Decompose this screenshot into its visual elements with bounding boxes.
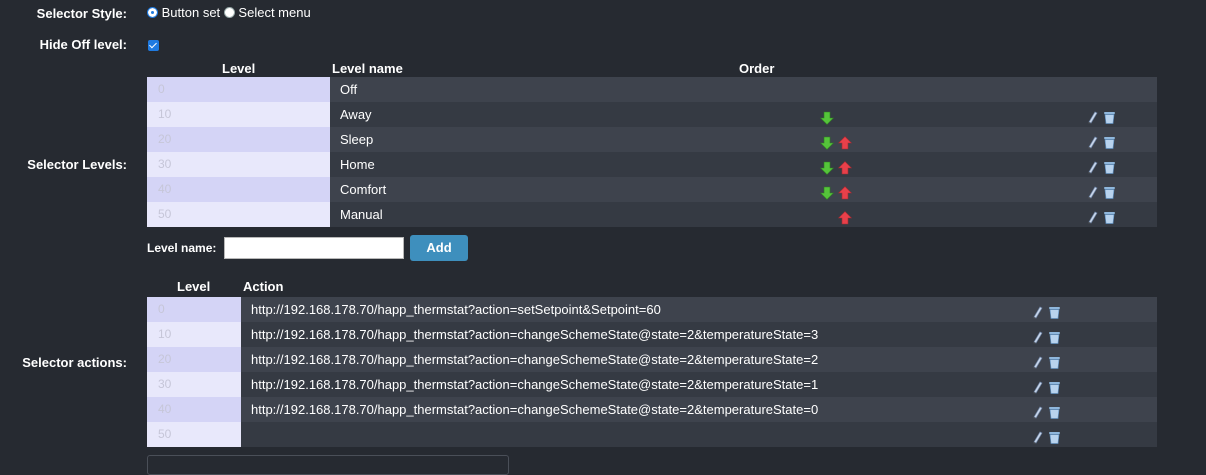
edit-delete-icons xyxy=(1087,182,1117,199)
level-name-input[interactable] xyxy=(224,237,404,259)
arrow-up-red-icon[interactable] xyxy=(837,158,853,175)
selector-style-options: Button set Select menu xyxy=(147,5,311,20)
selector-levels-label: Selector Levels: xyxy=(27,157,127,172)
edit-delete-icons[interactable] xyxy=(1032,302,1062,319)
table-row: 20 http://192.168.178.70/happ_thermstat?a… xyxy=(147,347,1157,372)
edit-delete-icons xyxy=(1087,207,1117,224)
selector-style-label: Selector Style: xyxy=(36,6,127,21)
edit-delete-icons[interactable] xyxy=(1032,352,1062,369)
levels-header-order: Order xyxy=(739,61,775,76)
arrow-up-red-icon[interactable] xyxy=(837,133,853,150)
table-row: 40 http://192.168.178.70/happ_thermstat?a… xyxy=(147,397,1157,422)
radio-button-set-label[interactable]: Button set xyxy=(162,5,221,20)
table-row: 30 http://192.168.178.70/happ_thermstat?a… xyxy=(147,372,1157,397)
action-url: http://192.168.178.70/happ_thermstat?act… xyxy=(251,327,819,342)
table-row: 50 Manual xyxy=(147,202,1157,227)
action-level-cell[interactable]: 40 xyxy=(147,397,241,422)
selector-actions-label: Selector actions: xyxy=(22,355,127,370)
level-name: Home xyxy=(340,157,375,172)
level-value-cell[interactable]: 0 xyxy=(147,77,330,102)
level-name-cell: Comfort xyxy=(330,177,1157,202)
table-row: 0 http://192.168.178.70/happ_thermstat?ac… xyxy=(147,297,1157,322)
add-level-button[interactable]: Add xyxy=(410,235,468,261)
action-cell: http://192.168.178.70/happ_thermstat?act… xyxy=(241,322,1157,347)
pencil-trash-icon xyxy=(1088,136,1115,149)
action-cell: http://192.168.178.70/happ_thermstat?act… xyxy=(241,372,1157,397)
level-name: Comfort xyxy=(340,182,387,197)
pencil-trash-icon xyxy=(1088,161,1115,174)
action-url: http://192.168.178.70/happ_thermstat?act… xyxy=(251,352,819,367)
hide-off-label: Hide Off level: xyxy=(39,37,127,52)
edit-delete-icons xyxy=(1087,157,1117,174)
level-name-cell: Off xyxy=(330,77,1157,102)
radio-button-set[interactable] xyxy=(147,7,158,18)
level-name-label: Level name: xyxy=(147,241,217,255)
level-name: Sleep xyxy=(340,132,374,147)
edit-delete-icons xyxy=(1087,132,1117,149)
action-level-cell[interactable]: 0 xyxy=(147,297,241,322)
arrow-up-red-icon[interactable] xyxy=(837,208,853,225)
table-row: 10 Away xyxy=(147,102,1157,127)
action-level-cell[interactable]: 20 xyxy=(147,347,241,372)
pencil-trash-icon xyxy=(1088,186,1115,199)
action-cell: http://192.168.178.70/happ_thermstat?act… xyxy=(241,297,1157,322)
table-row: 0 Off xyxy=(147,77,1157,102)
action-level-cell[interactable]: 30 xyxy=(147,372,241,397)
level-value-cell[interactable]: 40 xyxy=(147,177,330,202)
level-name: Away xyxy=(340,107,372,122)
levels-header-name: Level name xyxy=(332,61,403,76)
action-url: http://192.168.178.70/happ_thermstat?act… xyxy=(251,377,819,392)
level-name: Off xyxy=(340,82,358,97)
actions-header-action: Action xyxy=(243,279,284,294)
level-name-cell: Sleep xyxy=(330,127,1157,152)
table-row: 40 Comfort xyxy=(147,177,1157,202)
hide-off-checkbox[interactable] xyxy=(148,39,159,54)
level-name-cell: Home xyxy=(330,152,1157,177)
level-name: Manual xyxy=(340,207,383,222)
table-row: 10 http://192.168.178.70/happ_thermstat?a… xyxy=(147,322,1157,347)
level-value-cell[interactable]: 30 xyxy=(147,152,330,177)
level-name-cell: Manual xyxy=(330,202,1157,227)
edit-delete-icons[interactable] xyxy=(1032,427,1062,444)
edit-delete-icons xyxy=(1087,107,1117,124)
level-name-cell: Away xyxy=(330,102,1157,127)
table-row: 20 Sleep xyxy=(147,127,1157,152)
arrow-down-green-icon[interactable] xyxy=(819,183,835,200)
level-value-cell[interactable]: 10 xyxy=(147,102,330,127)
pencil-trash-icon xyxy=(1088,111,1115,124)
edit-delete-icons[interactable] xyxy=(1032,377,1062,394)
levels-header-level: Level xyxy=(222,61,256,76)
arrow-down-green-icon[interactable] xyxy=(819,108,835,125)
action-cell: http://192.168.178.70/happ_thermstat?act… xyxy=(241,347,1157,372)
action-url: http://192.168.178.70/happ_thermstat?act… xyxy=(251,402,819,417)
level-value-cell[interactable]: 50 xyxy=(147,202,330,227)
action-url: http://192.168.178.70/happ_thermstat?act… xyxy=(251,302,661,317)
radio-select-menu[interactable] xyxy=(223,7,235,18)
arrow-down-green-icon[interactable] xyxy=(819,133,835,150)
edit-delete-icons[interactable] xyxy=(1032,327,1062,344)
actions-header-level: Level xyxy=(177,279,211,294)
radio-select-menu-label[interactable]: Select menu xyxy=(238,5,310,20)
action-cell: http://192.168.178.70/happ_thermstat?act… xyxy=(241,397,1157,422)
table-row: 50 xyxy=(147,422,1157,447)
bottom-field[interactable] xyxy=(147,455,509,475)
action-level-cell[interactable]: 10 xyxy=(147,322,241,347)
action-cell xyxy=(241,422,1157,447)
pencil-trash-icon xyxy=(1088,211,1115,224)
table-row: 30 Home xyxy=(147,152,1157,177)
level-value-cell[interactable]: 20 xyxy=(147,127,330,152)
action-level-cell[interactable]: 50 xyxy=(147,422,241,447)
arrow-up-red-icon[interactable] xyxy=(837,183,853,200)
edit-delete-icons[interactable] xyxy=(1032,402,1062,419)
arrow-down-green-icon[interactable] xyxy=(819,158,835,175)
